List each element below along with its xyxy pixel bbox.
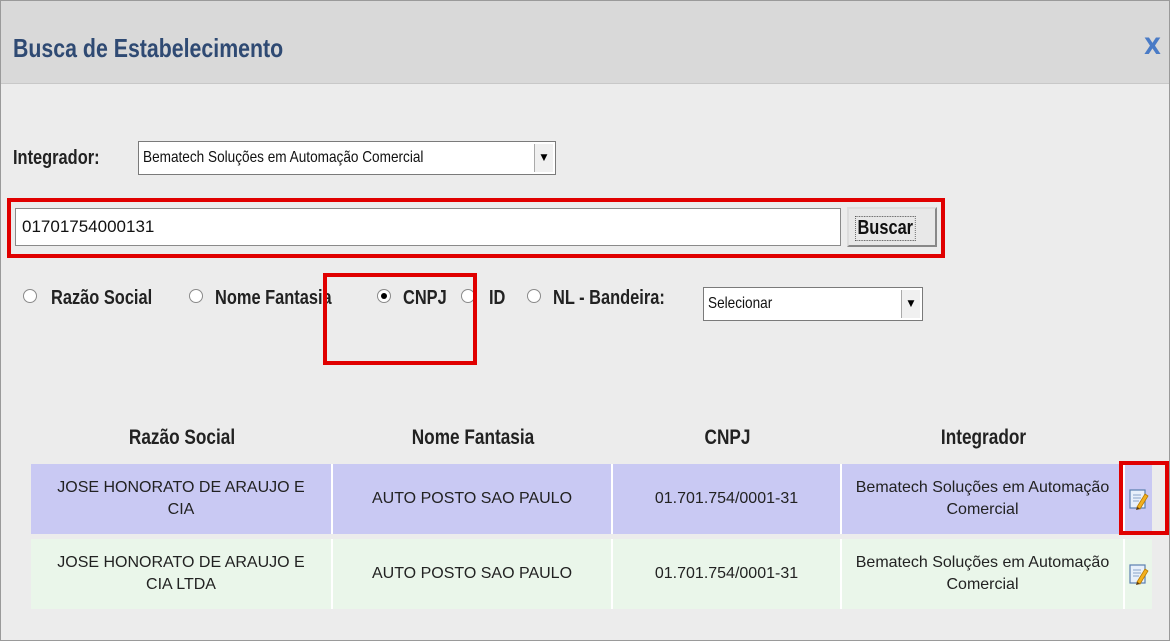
cell-action xyxy=(1125,539,1152,609)
radio-label-nome-fantasia: Nome Fantasia xyxy=(215,287,332,309)
edit-icon[interactable] xyxy=(1128,488,1149,510)
cell-razao-social: JOSE HONORATO DE ARAUJO E CIA LTDA xyxy=(31,539,333,609)
search-dialog: Busca de Estabelecimento X Integrador: B… xyxy=(0,0,1170,641)
integrador-select[interactable]: Bematech Soluções em Automação Comercial… xyxy=(138,141,556,175)
radio-nome-fantasia[interactable] xyxy=(189,289,203,303)
cnpj-highlight-box xyxy=(323,273,477,365)
cell-integrador: Bematech Soluções em Automação Comercial xyxy=(842,539,1125,609)
search-input[interactable] xyxy=(15,208,841,246)
cell-text: Bematech Soluções em Automação Comercial xyxy=(855,479,1110,518)
chevron-down-icon[interactable]: ▼ xyxy=(901,290,920,318)
radio-cnpj[interactable] xyxy=(377,289,391,303)
radio-razao-social[interactable] xyxy=(23,289,37,303)
header-integrador: Integrador xyxy=(940,426,1027,449)
cell-text: 01.701.754/0001-31 xyxy=(654,565,799,582)
header-nome-fantasia: Nome Fantasia xyxy=(411,426,535,449)
dialog-title: Busca de Estabelecimento xyxy=(13,33,284,63)
cell-text: AUTO POSTO SAO PAULO xyxy=(371,565,573,582)
cell-text: 01.701.754/0001-31 xyxy=(654,490,799,507)
radio-label-id: ID xyxy=(489,287,506,309)
integrador-label: Integrador: xyxy=(13,147,100,169)
integrador-select-value: Bematech Soluções em Automação Comercial xyxy=(143,149,424,166)
radio-id[interactable] xyxy=(461,289,475,303)
chevron-down-icon[interactable]: ▼ xyxy=(534,144,553,172)
header-razao-social: Razão Social xyxy=(128,426,236,449)
cell-nome-fantasia: AUTO POSTO SAO PAULO xyxy=(333,539,613,609)
bandeira-label: NL - Bandeira: xyxy=(553,287,665,309)
cell-razao-social: JOSE HONORATO DE ARAUJO E CIA xyxy=(31,464,333,534)
radio-label-razao-social: Razão Social xyxy=(51,287,153,309)
edit-icon[interactable] xyxy=(1128,563,1149,585)
table-row[interactable]: JOSE HONORATO DE ARAUJO E CIA AUTO POSTO… xyxy=(31,464,1152,534)
search-button[interactable]: Buscar xyxy=(847,207,937,247)
dialog-title-bar: Busca de Estabelecimento X xyxy=(1,1,1169,84)
cell-cnpj: 01.701.754/0001-31 xyxy=(613,464,842,534)
bandeira-select[interactable]: Selecionar ▼ xyxy=(703,287,923,321)
cell-cnpj: 01.701.754/0001-31 xyxy=(613,539,842,609)
bandeira-select-value: Selecionar xyxy=(708,295,773,312)
cell-text: Bematech Soluções em Automação Comercial xyxy=(855,554,1110,593)
table-row[interactable]: JOSE HONORATO DE ARAUJO E CIA LTDA AUTO … xyxy=(31,539,1152,609)
cell-action xyxy=(1125,464,1152,534)
cell-integrador: Bematech Soluções em Automação Comercial xyxy=(842,464,1125,534)
cell-text: AUTO POSTO SAO PAULO xyxy=(371,490,573,507)
radio-nl-bandeira[interactable] xyxy=(527,289,541,303)
radio-label-cnpj: CNPJ xyxy=(403,287,447,309)
close-icon[interactable]: X xyxy=(1144,37,1161,59)
cell-text: JOSE HONORATO DE ARAUJO E CIA xyxy=(57,479,305,518)
cell-nome-fantasia: AUTO POSTO SAO PAULO xyxy=(333,464,613,534)
cell-text: JOSE HONORATO DE ARAUJO E CIA LTDA xyxy=(57,554,305,593)
search-button-label: Buscar xyxy=(855,216,916,241)
header-cnpj: CNPJ xyxy=(704,426,751,449)
